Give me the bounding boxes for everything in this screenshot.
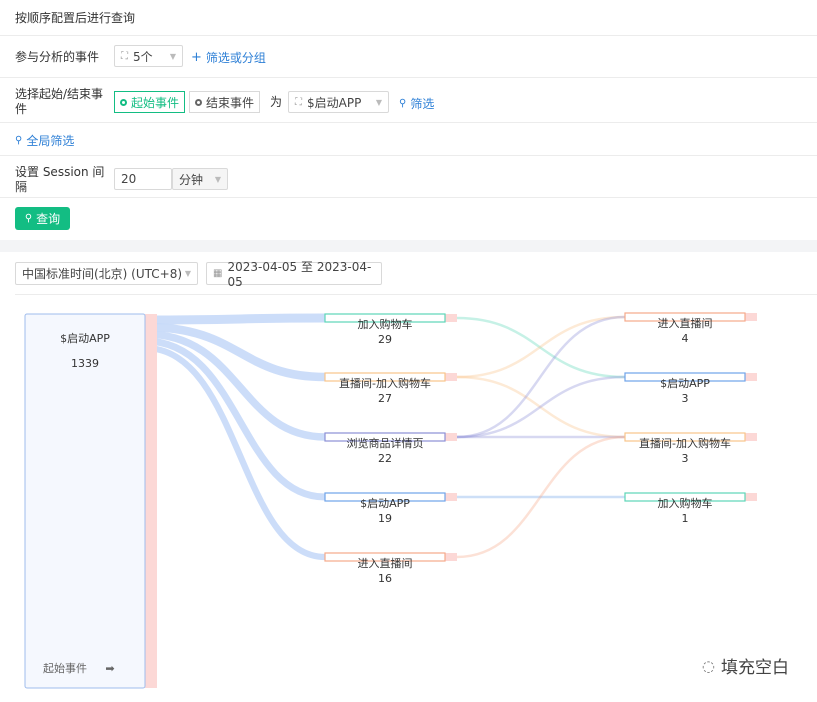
header-row: 按顺序配置后进行查询: [0, 0, 817, 36]
filter-or-group-label: 筛选或分组: [205, 51, 266, 65]
timezone-select[interactable]: 中国标准时间(北京) (UTC+8) ▼: [15, 262, 198, 285]
level2-node-value-2: 3: [682, 452, 689, 465]
event-select[interactable]: ⛶ $启动APP ▼: [288, 91, 389, 113]
caret-down-icon: ▼: [169, 51, 176, 61]
level2-dropoff-0: [745, 313, 757, 321]
level2-node-name-3: 加入购物车: [658, 496, 713, 510]
level1-node-value-0: 29: [378, 333, 392, 346]
watermark-text: 填充空白: [721, 658, 789, 678]
global-filter-label: 全局筛选: [26, 134, 75, 148]
session-label: 设置 Session 间隔: [15, 165, 105, 194]
start-end-row: 选择起始/结束事件 起始事件 结束事件 为 ⛶ $启动APP ▼ ⚲ 筛选: [0, 78, 817, 123]
session-input[interactable]: 20: [114, 168, 172, 190]
source-node-footer: 起始事件: [43, 661, 87, 675]
arrow-icon: ➡: [105, 662, 114, 675]
radio-icon: [120, 98, 127, 106]
level2-node-value-3: 1: [682, 512, 689, 525]
level2-node-name-1: $启动APP: [660, 377, 710, 390]
wechat-icon: ◌: [701, 656, 715, 675]
filter-link[interactable]: ⚲ 筛选: [399, 95, 434, 112]
level1-dropoff-1: [445, 373, 457, 381]
flow-link-source-0: [144, 313, 326, 325]
flow-link-l2-1: [456, 315, 626, 379]
level2-node-name-0: 进入直播间: [658, 316, 713, 330]
timezone-value: 中国标准时间(北京) (UTC+8): [22, 267, 183, 281]
level1-dropoff-2: [445, 433, 457, 441]
sankey-chart: $启动APP 1339 起始事件 ➡ 加入购物车 29 直播间-加入购物车 27 浏览商品详情页…: [24, 312, 757, 689]
funnel-icon: ⚲: [15, 135, 23, 146]
start-end-label: 选择起始/结束事件: [15, 87, 104, 116]
level1-node-name-0: 加入购物车: [358, 317, 413, 331]
source-node-name: $启动APP: [60, 332, 110, 345]
level1-dropoff-4: [445, 553, 457, 561]
flow-link-l2-4: [456, 375, 626, 439]
source-node[interactable]: [24, 313, 146, 689]
level2-node-value-1: 3: [682, 392, 689, 405]
caret-down-icon: ▼: [184, 269, 191, 278]
level1-node-name-1: 直播间-加入购物车: [339, 376, 431, 390]
toolbar-divider: [15, 294, 817, 295]
level2-dropoff-1: [745, 373, 757, 381]
flow-link-source-3: [144, 337, 326, 501]
watermark: ◌ 填充空白: [701, 653, 789, 679]
session-row: 设置 Session 间隔 20 分钟 ▼: [0, 156, 817, 198]
calendar-icon: ▦: [213, 268, 223, 279]
level1-node-value-4: 16: [378, 572, 392, 585]
radio-icon: [195, 98, 202, 106]
global-filter-row: ⚲ 全局筛选: [0, 123, 817, 156]
level1-dropoff-3: [445, 493, 457, 501]
level2-node-value-0: 4: [682, 332, 689, 345]
end-event-tab[interactable]: 结束事件: [189, 91, 261, 113]
level1-node-name-3: $启动APP: [360, 497, 410, 510]
end-event-label: 结束事件: [206, 95, 255, 110]
level2-dropoff-3: [745, 493, 757, 501]
plus-icon: +: [191, 50, 202, 65]
flow-link-l2-3: [456, 315, 626, 439]
search-icon: ⚲: [24, 213, 33, 224]
filter-or-group-link[interactable]: + 筛选或分组: [191, 49, 266, 66]
start-event-tab[interactable]: 起始事件: [114, 91, 186, 113]
funnel-icon: ⚲: [399, 98, 407, 109]
session-unit-select[interactable]: 分钟 ▼: [172, 168, 228, 190]
level1-node-value-1: 27: [378, 392, 392, 405]
filter-label: 筛选: [410, 97, 435, 111]
caret-down-icon: ▼: [375, 97, 382, 107]
level1-node-name-2: 浏览商品详情页: [347, 436, 424, 450]
source-node-value: 1339: [71, 357, 99, 370]
query-label: 查询: [36, 212, 61, 226]
is-word: 为: [270, 95, 283, 109]
level2-dropoff-2: [745, 433, 757, 441]
events-label: 参与分析的事件: [15, 50, 100, 64]
session-value: 20: [121, 172, 137, 186]
level1-node-value-2: 22: [378, 452, 392, 465]
session-unit: 分钟: [179, 172, 204, 187]
query-button[interactable]: ⚲ 查询: [15, 207, 70, 230]
expand-icon: ⛶: [121, 50, 128, 62]
events-count-select[interactable]: ⛶ 5个 ▼: [114, 45, 183, 67]
global-filter-link[interactable]: ⚲ 全局筛选: [15, 132, 74, 149]
event-value: $启动APP: [307, 95, 362, 110]
source-dropoff-bar: [145, 314, 157, 688]
events-row: 参与分析的事件 ⛶ 5个 ▼ + 筛选或分组: [0, 36, 817, 78]
caret-down-icon: ▼: [214, 174, 221, 184]
section-divider: [0, 240, 817, 252]
level1-node-value-3: 19: [378, 512, 392, 525]
start-event-label: 起始事件: [131, 95, 180, 110]
level2-node-name-2: 直播间-加入购物车: [639, 436, 731, 450]
date-range-value: 2023-04-05 至 2023-04-05: [227, 260, 372, 289]
page-title: 按顺序配置后进行查询: [15, 11, 136, 25]
level1-node-name-4: 进入直播间: [358, 556, 413, 570]
date-range-picker[interactable]: ▦ 2023-04-05 至 2023-04-05: [206, 260, 382, 289]
level1-dropoff-0: [445, 314, 457, 322]
events-count: 5个: [133, 49, 153, 64]
expand-icon: ⛶: [295, 96, 302, 108]
